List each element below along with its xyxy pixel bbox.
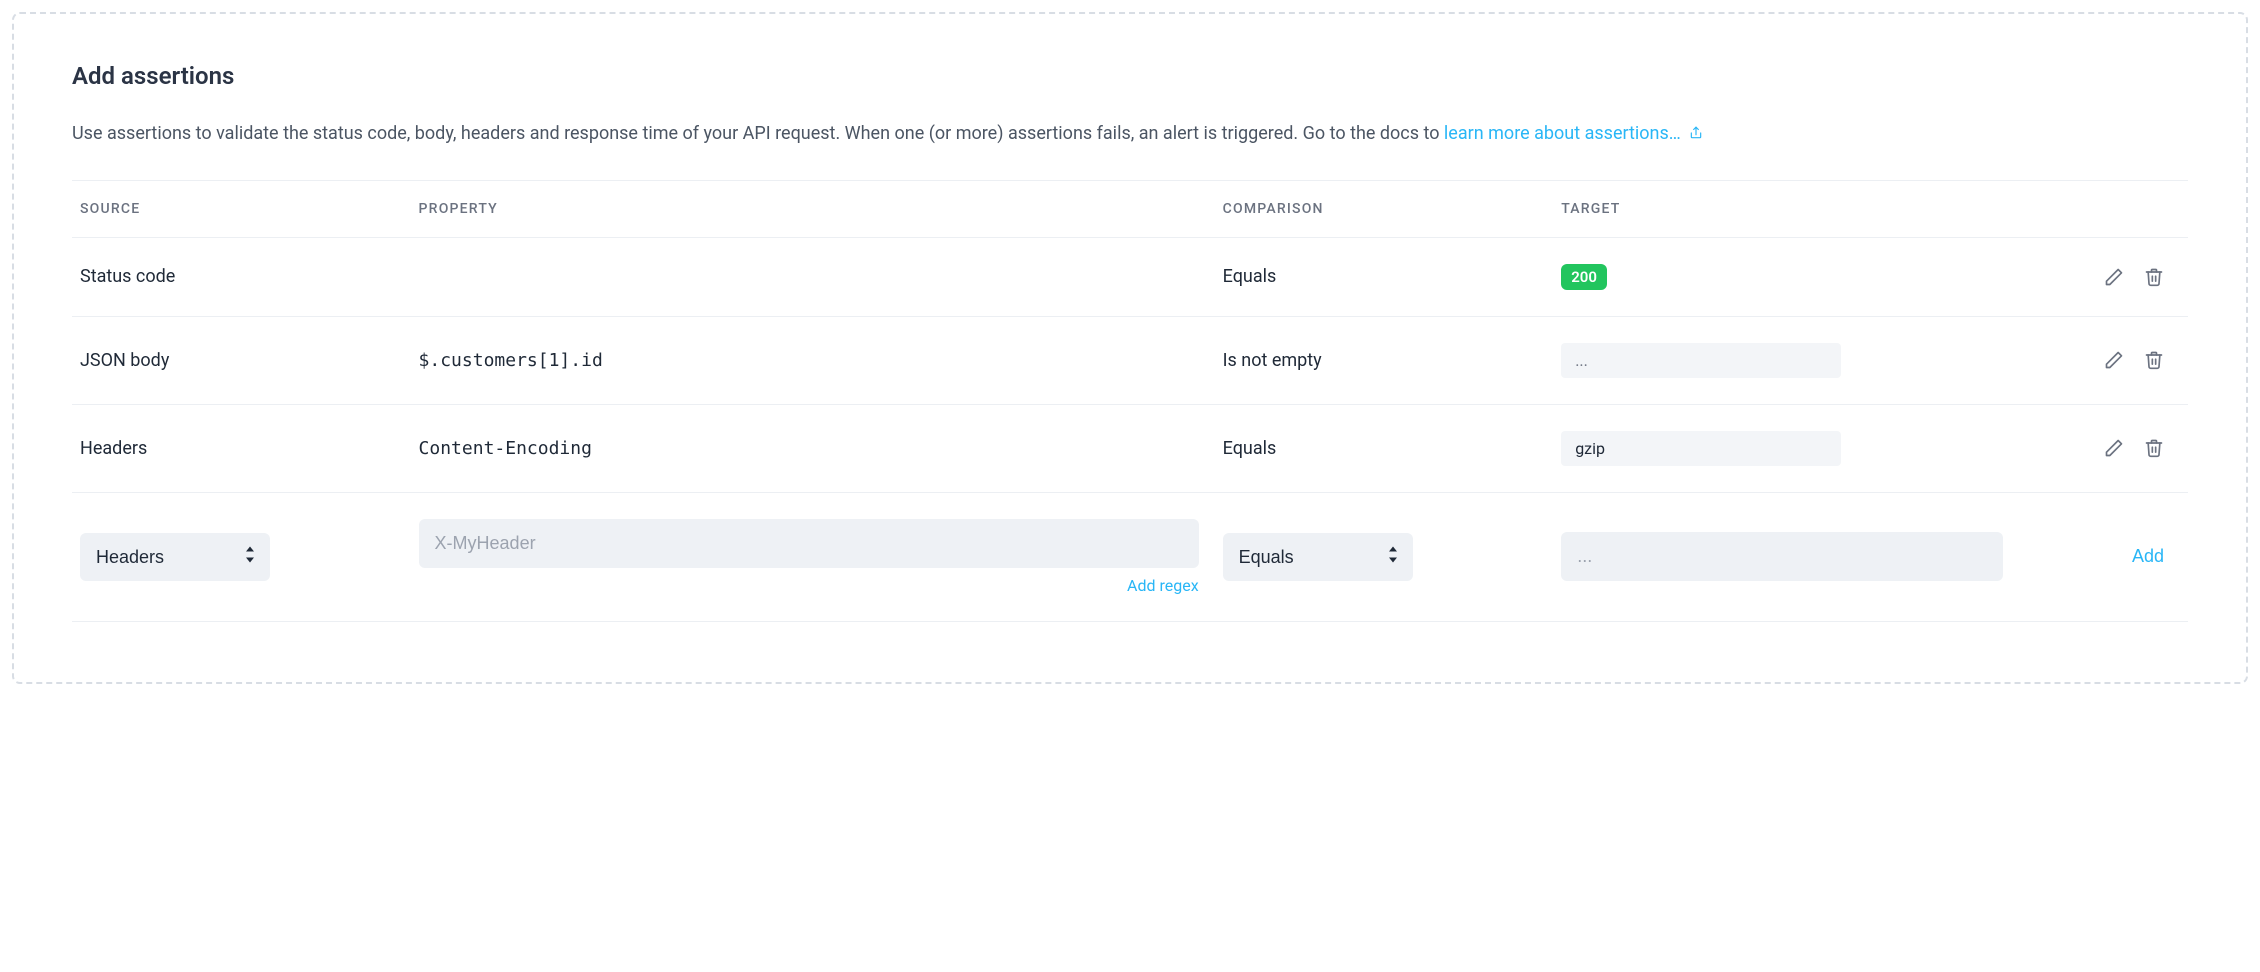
panel-title: Add assertions bbox=[72, 62, 2188, 90]
cell-comparison: Equals bbox=[1215, 404, 1554, 492]
cell-add: Add bbox=[2019, 492, 2188, 621]
table-row: Headers Content-Encoding Equals gzip bbox=[72, 404, 2188, 492]
cell-target: gzip bbox=[1553, 404, 2019, 492]
cell-source: JSON body bbox=[72, 316, 411, 404]
trash-icon[interactable] bbox=[2144, 438, 2164, 458]
table-row: Status code Equals 200 bbox=[72, 237, 2188, 316]
edit-icon[interactable] bbox=[2104, 267, 2124, 287]
cell-property: Content-Encoding bbox=[411, 404, 1215, 492]
cell-source: Headers bbox=[72, 404, 411, 492]
learn-more-text: learn more about assertions… bbox=[1444, 123, 1681, 144]
cell-source: Status code bbox=[72, 237, 411, 316]
trash-icon[interactable] bbox=[2144, 267, 2164, 287]
table-row: JSON body $.customers[1].id Is not empty… bbox=[72, 316, 2188, 404]
target-input[interactable] bbox=[1561, 532, 2003, 581]
trash-icon[interactable] bbox=[2144, 350, 2164, 370]
edit-icon[interactable] bbox=[2104, 350, 2124, 370]
col-header-property: PROPERTY bbox=[411, 180, 1215, 237]
comparison-select[interactable]: Equals bbox=[1223, 533, 1413, 581]
target-value: gzip bbox=[1561, 431, 1841, 466]
status-badge: 200 bbox=[1561, 264, 1607, 290]
cell-actions bbox=[2019, 316, 2188, 404]
cell-actions bbox=[2019, 237, 2188, 316]
new-assertion-row: Headers Add regex bbox=[72, 492, 2188, 621]
cell-target: 200 bbox=[1553, 237, 2019, 316]
add-regex-link[interactable]: Add regex bbox=[1127, 576, 1199, 595]
target-value: ... bbox=[1561, 343, 1841, 378]
learn-more-link[interactable]: learn more about assertions… bbox=[1444, 123, 1703, 144]
col-header-actions bbox=[2019, 180, 2188, 237]
cell-target-input bbox=[1553, 492, 2019, 621]
cell-source-input: Headers bbox=[72, 492, 411, 621]
cell-property-input: Add regex bbox=[411, 492, 1215, 621]
edit-icon[interactable] bbox=[2104, 438, 2124, 458]
cell-actions bbox=[2019, 404, 2188, 492]
col-header-target: TARGET bbox=[1553, 180, 2019, 237]
assertions-table: SOURCE PROPERTY COMPARISON TARGET Status… bbox=[72, 180, 2188, 622]
col-header-source: SOURCE bbox=[72, 180, 411, 237]
cell-comparison: Equals bbox=[1215, 237, 1554, 316]
cell-property bbox=[411, 237, 1215, 316]
cell-comparison-input: Equals bbox=[1215, 492, 1554, 621]
cell-target: ... bbox=[1553, 316, 2019, 404]
assertions-panel: Add assertions Use assertions to validat… bbox=[12, 12, 2248, 684]
external-link-icon bbox=[1689, 121, 1703, 150]
panel-description: Use assertions to validate the status co… bbox=[72, 120, 2188, 150]
cell-property: $.customers[1].id bbox=[411, 316, 1215, 404]
cell-comparison: Is not empty bbox=[1215, 316, 1554, 404]
source-select[interactable]: Headers bbox=[80, 533, 270, 581]
property-input[interactable] bbox=[419, 519, 1199, 568]
add-button[interactable]: Add bbox=[2027, 546, 2172, 567]
panel-description-text: Use assertions to validate the status co… bbox=[72, 123, 1444, 144]
col-header-comparison: COMPARISON bbox=[1215, 180, 1554, 237]
